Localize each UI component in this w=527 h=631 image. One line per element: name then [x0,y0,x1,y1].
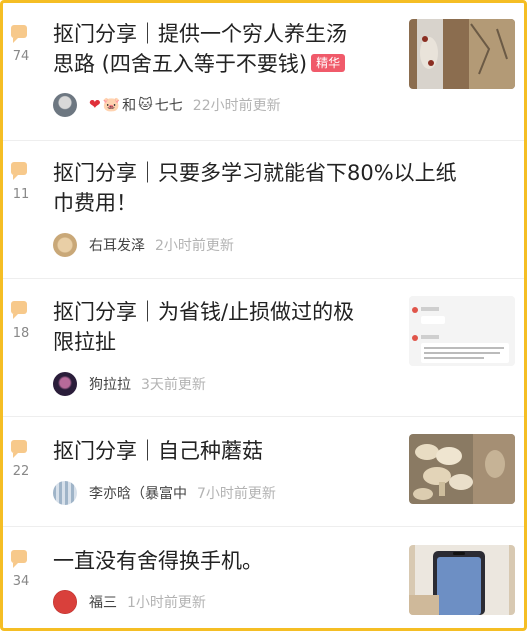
comment-icon [11,550,27,568]
post-title[interactable]: 抠门分享｜提供一个穷人养生汤 思路 (四舍五入等于不要钱) 精华 [53,19,347,79]
avatar[interactable] [53,93,77,117]
comment-count: 18 [12,326,30,341]
post-thumbnail[interactable] [409,545,515,615]
post-meta: ❤ 🐷 和 🐱 七七 22小时前更新 [53,92,281,118]
pig-icon: 🐷 [102,97,121,113]
comment-icon [11,25,27,43]
comment-count: 74 [12,49,30,64]
update-time: 22小时前更新 [192,98,281,114]
cat-icon: 🐱 [138,97,153,113]
post-title-line: 巾费用！ [53,191,137,215]
mushroom-image [409,434,515,504]
post-title[interactable]: 抠门分享｜为省钱/止损做过的极 限拉扯 [53,297,354,357]
featured-badge: 精华 [311,54,346,72]
update-time: 2小时前更新 [155,238,234,254]
post-title-line: 抠门分享｜提供一个穷人养生汤 [53,22,347,46]
comment-count: 22 [12,464,30,479]
author-name-part: 和 [122,98,137,114]
post-title-line: 抠门分享｜为省钱/止损做过的极 [53,300,355,324]
comment-count: 34 [12,574,30,589]
avatar[interactable] [53,481,77,505]
list-item[interactable]: 34 一直没有舍得换手机。 福三 1小时前更新 [3,526,524,628]
author-name[interactable]: 右耳发泽 [89,235,145,255]
post-title-line: 抠门分享｜自己种蘑菇 [53,439,263,463]
list-item[interactable]: 18 抠门分享｜为省钱/止损做过的极 限拉扯 狗拉拉 3天前更新 [3,278,524,417]
update-time: 1小时前更新 [127,595,206,611]
post-thumbnail[interactable] [409,19,515,89]
author-name[interactable]: 狗拉拉 [89,374,131,394]
update-time: 3天前更新 [141,377,206,393]
post-meta: 狗拉拉 3天前更新 [53,371,206,397]
heart-icon: ❤ [89,97,101,113]
comment-icon [11,301,27,319]
list-item[interactable]: 74 抠门分享｜提供一个穷人养生汤 思路 (四舍五入等于不要钱) 精华 ❤ 🐷 和… [3,3,524,141]
avatar[interactable] [53,590,77,614]
avatar[interactable] [53,372,77,396]
post-list: 74 抠门分享｜提供一个穷人养生汤 思路 (四舍五入等于不要钱) 精华 ❤ 🐷 和… [0,0,527,631]
post-title[interactable]: 抠门分享｜只要多学习就能省下80%以上纸 巾费用！ [53,158,457,218]
avatar[interactable] [53,233,77,257]
update-time: 7小时前更新 [197,486,276,502]
post-meta: 福三 1小时前更新 [53,589,206,615]
post-title-line: 一直没有舍得换手机。 [53,549,263,573]
comment-icon [11,162,27,180]
post-title[interactable]: 一直没有舍得换手机。 [53,546,263,576]
list-item[interactable]: 22 抠门分享｜自己种蘑菇 李亦晗（暴富中 7小时前更新 [3,416,524,527]
author-name[interactable]: 七七 [155,95,183,115]
author-name[interactable]: 福三 [89,592,117,612]
post-title-line: 思路 (四舍五入等于不要钱) [53,52,308,76]
post-title[interactable]: 抠门分享｜自己种蘑菇 [53,436,263,466]
list-item[interactable]: 11 抠门分享｜只要多学习就能省下80%以上纸 巾费用！ 右耳发泽 2小时前更新 [3,140,524,279]
tree-bark-image [409,19,515,89]
post-title-line: 限拉扯 [53,330,116,354]
comment-count: 11 [12,187,30,202]
post-meta: 李亦晗（暴富中 7小时前更新 [53,480,276,506]
chat-screenshot-image [409,296,515,366]
post-meta: 右耳发泽 2小时前更新 [53,232,234,258]
author-name[interactable]: 李亦晗（暴富中 [89,483,187,503]
post-thumbnail[interactable] [409,434,515,504]
post-title-line: 抠门分享｜只要多学习就能省下80%以上纸 [53,161,457,185]
phone-image [409,545,515,615]
post-thumbnail[interactable] [409,296,515,366]
comment-icon [11,440,27,458]
